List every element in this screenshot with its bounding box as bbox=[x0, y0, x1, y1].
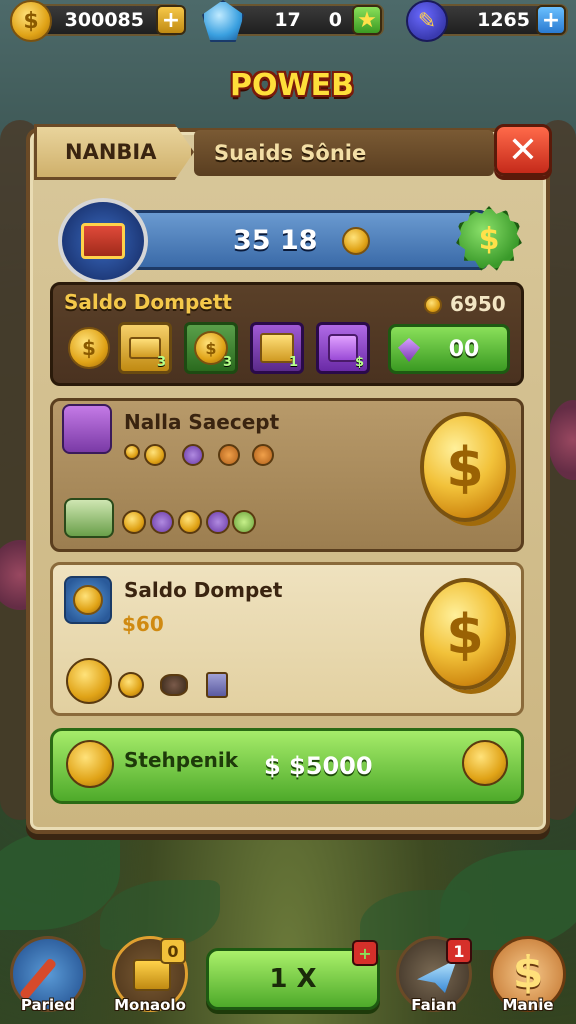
cash-stack-icon bbox=[64, 498, 114, 538]
multiplier-badge: + bbox=[352, 940, 378, 966]
wallet-slot-gift[interactable]: $ bbox=[316, 322, 370, 374]
nalla-title: Nalla Saecept bbox=[124, 410, 280, 434]
tab-nanbia[interactable]: NANBIA bbox=[34, 124, 194, 180]
wallet-buy-value: 00 bbox=[448, 336, 480, 362]
wallet-title: Saldo Dompett bbox=[64, 290, 232, 314]
coin-count: 300085 bbox=[64, 9, 144, 31]
coin-icon bbox=[178, 510, 202, 534]
total-label: Stehpenik bbox=[124, 748, 239, 772]
gift-icon bbox=[328, 334, 358, 362]
gem-count: 17 bbox=[274, 9, 301, 31]
balance-bar: 35 18 bbox=[118, 210, 488, 270]
wallet-count: 6950 bbox=[428, 292, 518, 316]
coin-icon bbox=[462, 740, 508, 786]
purple-bag-icon bbox=[62, 404, 112, 454]
purple-orb-icon bbox=[150, 510, 174, 534]
slot-count: $ bbox=[354, 355, 364, 370]
coin-icon: $ bbox=[68, 327, 110, 369]
game-logo: POWEB bbox=[206, 64, 378, 106]
multiplier-label: 1 X bbox=[269, 964, 317, 994]
dompet-value: $60 bbox=[122, 612, 164, 636]
game-logo-text: POWEB bbox=[230, 67, 354, 103]
balance-value: 35 18 bbox=[233, 224, 318, 256]
coin-icon bbox=[124, 444, 140, 460]
nav-faian-badge: 1 bbox=[446, 938, 472, 964]
paper-plane-icon bbox=[417, 959, 457, 993]
key-count: 1265 bbox=[477, 9, 530, 31]
blue-coin-frame-icon bbox=[64, 576, 112, 624]
add-keys-button[interactable]: + bbox=[536, 5, 566, 35]
close-icon: ✕ bbox=[507, 129, 539, 171]
coin-icon bbox=[66, 740, 114, 788]
slot-count: 3 bbox=[156, 355, 166, 370]
total-value: $ $5000 bbox=[264, 752, 373, 780]
coin-icon bbox=[66, 658, 112, 704]
coin-icon: $ bbox=[10, 0, 52, 42]
slot-count: 1 bbox=[288, 355, 298, 370]
purple-orb-icon bbox=[206, 510, 230, 534]
slot-count: 3 bbox=[222, 355, 232, 370]
green-orb-icon bbox=[232, 510, 256, 534]
wallet-slot-gold-box[interactable]: 1 bbox=[250, 322, 304, 374]
wallet-slot-gold-bar[interactable]: 3 bbox=[118, 322, 172, 374]
purple-orb-icon bbox=[182, 444, 204, 466]
nav-manie-label: Manie bbox=[502, 996, 554, 1014]
gem-extra-count: 0 bbox=[328, 9, 342, 31]
box-icon bbox=[206, 672, 228, 698]
coin-icon bbox=[73, 585, 103, 615]
wallet-slot-coin-green[interactable]: $ 3 bbox=[184, 322, 238, 374]
dollar-icon: $ bbox=[478, 221, 500, 257]
panel-title-text: Suaids Sônie bbox=[214, 141, 367, 165]
close-button[interactable]: ✕ bbox=[494, 124, 552, 176]
dompet-title: Saldo Dompet bbox=[124, 578, 283, 602]
panel-title: Suaids Sônie bbox=[194, 130, 494, 176]
coin-icon bbox=[144, 444, 166, 466]
resource-bar: 300085 $ + 17 0 ★ 1265 ✎ + bbox=[0, 0, 576, 44]
add-gems-button[interactable]: ★ bbox=[352, 5, 382, 35]
copper-coin-icon bbox=[218, 444, 240, 466]
nav-faian-label: Faian bbox=[411, 996, 457, 1014]
coin-icon bbox=[342, 227, 370, 255]
key-icon: ✎ bbox=[406, 0, 448, 42]
coin-icon bbox=[122, 510, 146, 534]
coin-icon bbox=[118, 672, 144, 698]
rope-coil-icon bbox=[160, 674, 188, 696]
big-coin-symbol: $ bbox=[446, 602, 484, 666]
nav-monaolo-badge: 0 bbox=[160, 938, 186, 964]
wallet-slot-coin[interactable]: $ bbox=[62, 322, 116, 374]
wallet-count-value: 6950 bbox=[450, 292, 506, 316]
nav-monaolo-label: Monaolo bbox=[114, 996, 186, 1014]
nav-paried-label: Paried bbox=[20, 996, 76, 1014]
tab-nanbia-label: NANBIA bbox=[65, 140, 157, 164]
gift-chest-icon bbox=[81, 223, 125, 259]
dollar-icon: $ bbox=[512, 947, 544, 998]
big-coin-symbol: $ bbox=[446, 435, 484, 499]
add-coins-button[interactable]: + bbox=[156, 5, 186, 35]
chest-badge[interactable] bbox=[58, 198, 148, 284]
big-coin-icon[interactable]: $ bbox=[420, 412, 510, 522]
copper-coin-icon bbox=[252, 444, 274, 466]
hammer-icon bbox=[18, 957, 58, 1001]
big-coin-icon[interactable]: $ bbox=[420, 578, 510, 690]
